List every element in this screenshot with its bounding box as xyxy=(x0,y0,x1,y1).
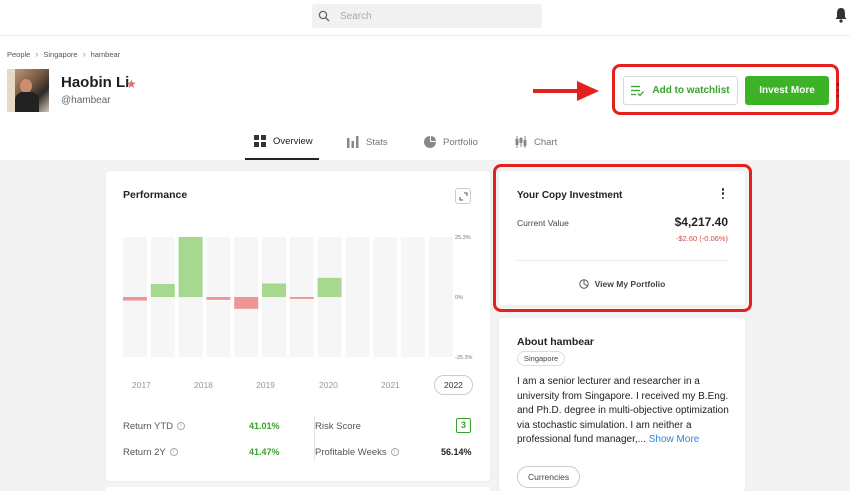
return-ytd-value: 41.01% xyxy=(249,421,280,431)
avatar xyxy=(7,69,49,112)
return-ytd-label: Return YTD i xyxy=(123,421,185,432)
profitable-weeks-label: Profitable Weeks i xyxy=(315,447,399,458)
tab-portfolio[interactable]: Portfolio xyxy=(424,124,478,160)
more-options-icon[interactable] xyxy=(836,83,840,97)
tab-overview-label: Overview xyxy=(273,135,313,147)
return-2y-value: 41.47% xyxy=(249,447,280,457)
bar-1[interactable] xyxy=(123,297,147,301)
bar-5[interactable] xyxy=(234,297,259,309)
chevron-right-icon: › xyxy=(82,49,86,59)
tab-bar: Overview Stats Portfolio Chart xyxy=(0,124,850,160)
highlight-box-copy-investment xyxy=(493,164,752,312)
add-to-watchlist-button[interactable]: Add to watchlist xyxy=(623,76,738,105)
profitable-weeks-value: 56.14% xyxy=(441,447,472,457)
y-tick-label: 0% xyxy=(455,295,463,301)
tab-portfolio-label: Portfolio xyxy=(443,136,478,148)
invest-more-button[interactable]: Invest More xyxy=(745,76,829,105)
search-bar[interactable] xyxy=(312,4,542,28)
top-bar xyxy=(0,0,850,36)
about-title: About hambear xyxy=(517,336,595,348)
tab-stats-label: Stats xyxy=(366,136,388,148)
tab-stats[interactable]: Stats xyxy=(347,124,388,160)
bar-placeholder xyxy=(373,237,398,357)
bell-icon[interactable] xyxy=(834,7,848,23)
search-input[interactable] xyxy=(340,10,530,22)
tab-chart-label: Chart xyxy=(534,136,558,148)
year-2018[interactable]: 2018 xyxy=(194,380,213,390)
pie-chart-icon xyxy=(424,136,436,148)
risk-score-label: Risk Score xyxy=(315,421,361,432)
watchlist-label: Add to watchlist xyxy=(652,85,730,96)
performance-title: Performance xyxy=(123,189,188,201)
bar-placeholder xyxy=(401,237,425,357)
about-bio: I am a senior lecturer and researcher in… xyxy=(517,376,729,445)
about-card: About hambear Singapore I am a senior le… xyxy=(499,318,745,491)
candles-icon xyxy=(515,136,527,148)
year-2022[interactable]: 2022 xyxy=(434,375,473,395)
breadcrumb-people[interactable]: People xyxy=(7,50,30,59)
grid-icon xyxy=(254,135,266,147)
red-arrow-annotation xyxy=(533,81,599,101)
y-tick-label: 25.3% xyxy=(455,235,471,241)
show-more-link[interactable]: Show More xyxy=(649,434,700,445)
next-card xyxy=(106,487,490,491)
expand-icon[interactable] xyxy=(455,188,471,204)
year-2019[interactable]: 2019 xyxy=(256,380,275,390)
profile-name: Haobin Li xyxy=(61,74,130,91)
breadcrumb-singapore[interactable]: Singapore xyxy=(43,50,77,59)
year-2021[interactable]: 2021 xyxy=(381,380,400,390)
bar-placeholder xyxy=(428,237,453,357)
currencies-chip[interactable]: Currencies xyxy=(517,466,581,488)
watchlist-icon xyxy=(631,85,645,96)
country-tag[interactable]: Singapore xyxy=(517,351,566,366)
bar-chart-icon xyxy=(347,136,359,148)
return-2y-label: Return 2Y i xyxy=(123,447,178,458)
star-icon[interactable]: ★ xyxy=(126,77,137,91)
profile-handle: @hambear xyxy=(61,95,111,106)
chevron-right-icon: › xyxy=(35,49,39,59)
bar-8[interactable] xyxy=(317,277,342,297)
search-icon xyxy=(318,10,330,22)
info-icon[interactable]: i xyxy=(176,422,185,431)
year-2020[interactable]: 2020 xyxy=(319,380,338,390)
breadcrumb: People › Singapore › hambear xyxy=(7,49,120,59)
bar-7[interactable] xyxy=(289,297,314,299)
tab-chart[interactable]: Chart xyxy=(515,124,557,160)
y-tick-label: -25.3% xyxy=(455,355,473,361)
bar-4[interactable] xyxy=(206,297,231,300)
year-2017[interactable]: 2017 xyxy=(132,380,151,390)
info-icon[interactable]: i xyxy=(169,448,178,457)
info-icon[interactable]: i xyxy=(390,448,399,457)
year-selector: 2017 2018 2019 2020 2021 2022 xyxy=(106,375,490,395)
bar-6[interactable] xyxy=(262,283,286,297)
bar-placeholder xyxy=(345,237,370,357)
performance-chart: 25.3% 0% -25.3% xyxy=(123,235,473,361)
performance-card: Performance 25.3% 0% -25.3% 2017 2018 2019… xyxy=(106,171,490,481)
breadcrumb-current: hambear xyxy=(90,49,121,59)
bar-2[interactable] xyxy=(150,283,175,297)
risk-score-value[interactable]: 3 xyxy=(456,418,471,433)
bar-3[interactable] xyxy=(178,237,203,297)
tab-overview[interactable]: Overview xyxy=(245,124,319,160)
